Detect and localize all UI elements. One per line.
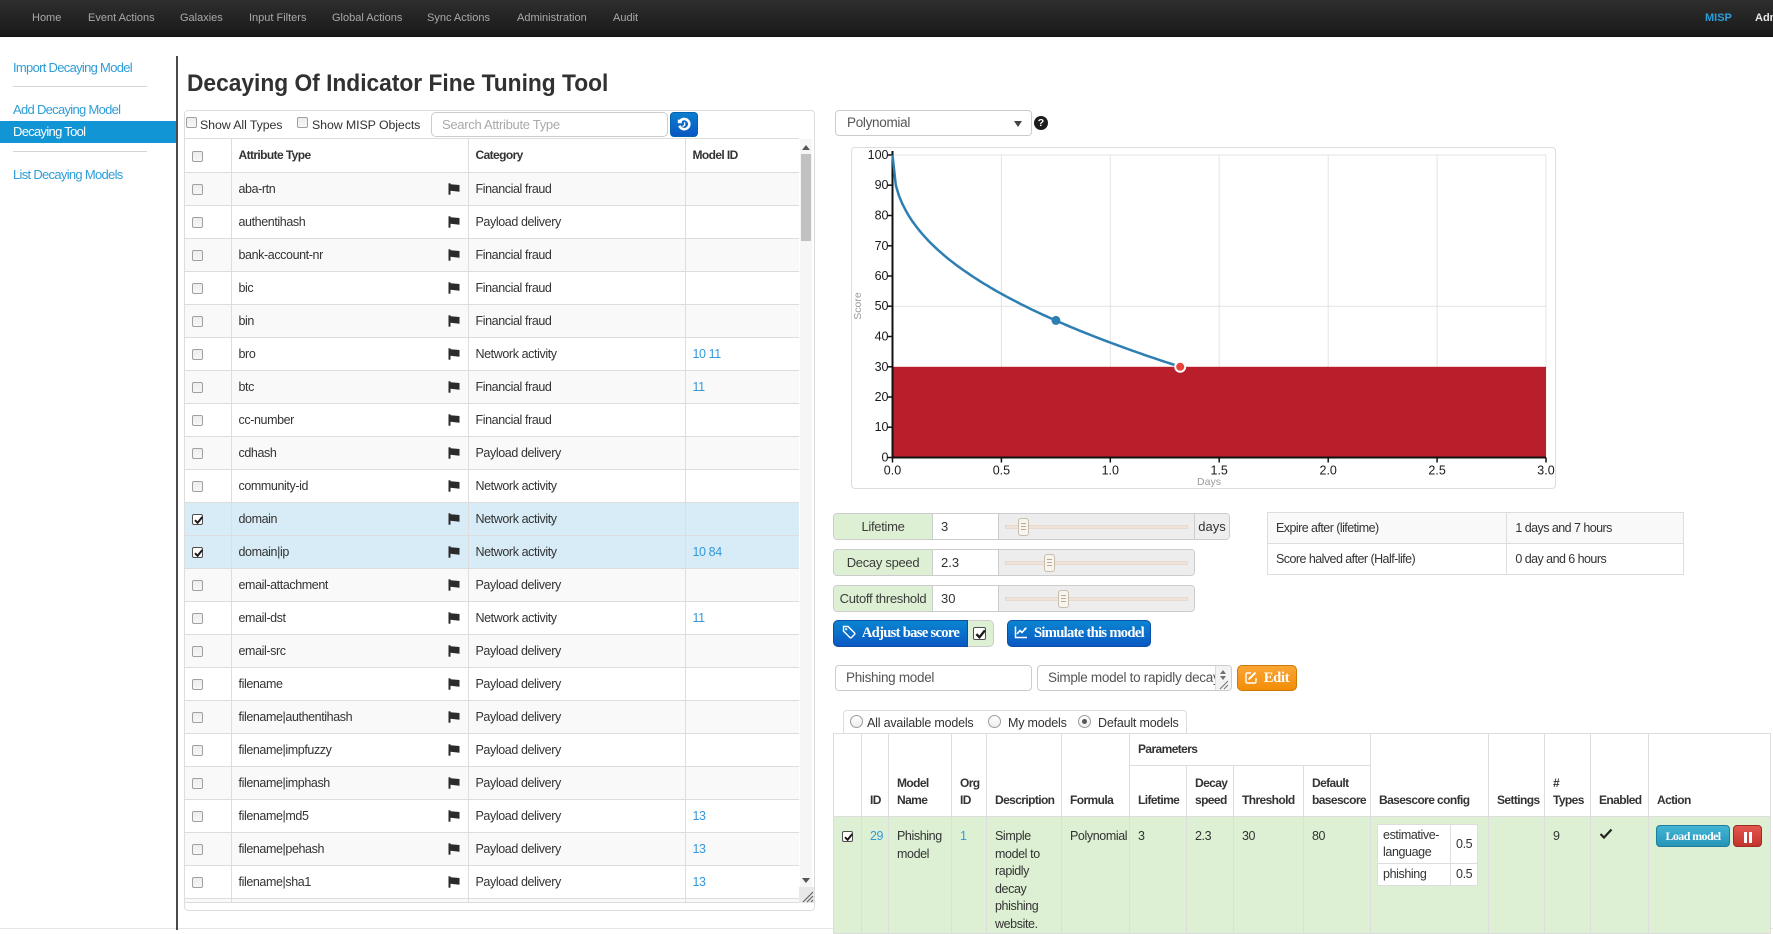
svg-text:90: 90 bbox=[875, 178, 889, 192]
svg-text:100: 100 bbox=[868, 148, 889, 162]
svg-text:Days: Days bbox=[1197, 476, 1221, 488]
svg-text:0.0: 0.0 bbox=[884, 464, 901, 478]
svg-text:Score: Score bbox=[852, 292, 864, 320]
svg-text:70: 70 bbox=[875, 239, 889, 253]
svg-text:3.0: 3.0 bbox=[1537, 464, 1554, 478]
svg-text:50: 50 bbox=[875, 299, 889, 313]
svg-text:0.5: 0.5 bbox=[993, 464, 1010, 478]
svg-text:60: 60 bbox=[875, 269, 889, 283]
svg-text:20: 20 bbox=[875, 390, 889, 404]
svg-text:2.0: 2.0 bbox=[1320, 464, 1337, 478]
svg-text:30: 30 bbox=[875, 360, 889, 374]
svg-text:0: 0 bbox=[882, 451, 889, 465]
svg-text:1.0: 1.0 bbox=[1102, 464, 1119, 478]
svg-text:80: 80 bbox=[875, 209, 889, 223]
svg-text:10: 10 bbox=[875, 420, 889, 434]
svg-text:2.5: 2.5 bbox=[1428, 464, 1445, 478]
svg-text:40: 40 bbox=[875, 330, 889, 344]
